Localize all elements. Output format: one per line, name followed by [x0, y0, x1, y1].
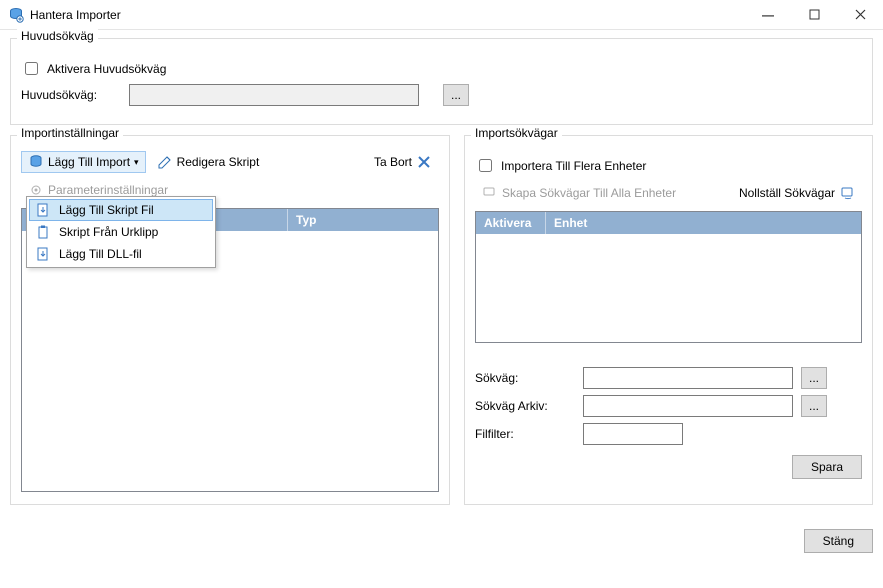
- filefilter-label: Filfilter:: [475, 427, 575, 441]
- file-import-icon: [35, 246, 51, 262]
- archive-browse-button[interactable]: ...: [801, 395, 827, 417]
- folder-tree-icon: [482, 185, 498, 201]
- reset-icon: [839, 185, 855, 201]
- delete-icon: [416, 154, 432, 170]
- edit-script-button[interactable]: Redigera Skript: [150, 151, 267, 173]
- add-import-dropdown: Lägg Till Skript Fil Skript Från Urklipp…: [26, 196, 216, 268]
- window-title: Hantera Importer: [30, 8, 745, 22]
- menu-script-from-clipboard[interactable]: Skript Från Urklipp: [29, 221, 213, 243]
- archive-path-input[interactable]: [583, 395, 793, 417]
- path-input[interactable]: [583, 367, 793, 389]
- units-list-header: Aktivera Enhet: [476, 212, 861, 234]
- edit-icon: [157, 154, 173, 170]
- chevron-down-icon: ▾: [134, 157, 139, 168]
- database-icon: [28, 154, 44, 170]
- path-browse-button[interactable]: ...: [801, 367, 827, 389]
- close-button[interactable]: [837, 0, 883, 29]
- col-activate: Aktivera: [476, 212, 546, 234]
- import-list-body: [22, 231, 438, 491]
- menu-add-dll-file[interactable]: Lägg Till DLL-fil: [29, 243, 213, 265]
- import-multiple-label: Importera Till Flera Enheter: [501, 159, 646, 173]
- clipboard-icon: [35, 224, 51, 240]
- main-path-browse-button[interactable]: ...: [443, 84, 469, 106]
- file-import-icon: [35, 202, 51, 218]
- main-path-group: Huvudsökväg Aktivera Huvudsökväg Huvudsö…: [10, 38, 873, 125]
- col-type: Typ: [288, 209, 438, 231]
- add-import-button[interactable]: Lägg Till Import ▾: [21, 151, 146, 173]
- import-paths-group: Importsökvägar Importera Till Flera Enhe…: [464, 135, 873, 505]
- units-list[interactable]: Aktivera Enhet: [475, 211, 862, 343]
- remove-button[interactable]: Ta Bort: [367, 151, 439, 173]
- units-list-body: [476, 234, 861, 342]
- import-settings-title: Importinställningar: [17, 126, 123, 140]
- import-multiple-checkbox[interactable]: [479, 159, 492, 172]
- menu-add-script-file[interactable]: Lägg Till Skript Fil: [29, 199, 213, 221]
- import-paths-title: Importsökvägar: [471, 126, 562, 140]
- create-paths-all-button[interactable]: Skapa Sökvägar Till Alla Enheter: [475, 182, 683, 204]
- save-button[interactable]: Spara: [792, 455, 862, 479]
- reset-paths-button[interactable]: Nollställ Sökvägar: [732, 182, 862, 204]
- main-path-input[interactable]: [129, 84, 419, 106]
- maximize-button[interactable]: [791, 0, 837, 29]
- archive-path-label: Sökväg Arkiv:: [475, 399, 575, 413]
- main-path-title: Huvudsökväg: [17, 29, 98, 43]
- import-settings-group: Importinställningar Lägg Till Import ▾: [10, 135, 450, 505]
- path-label: Sökväg:: [475, 371, 575, 385]
- minimize-button[interactable]: —: [745, 0, 791, 29]
- close-dialog-button[interactable]: Stäng: [804, 529, 873, 553]
- activate-main-path-checkbox[interactable]: [25, 62, 38, 75]
- main-path-label: Huvudsökväg:: [21, 88, 121, 102]
- filefilter-input[interactable]: [583, 423, 683, 445]
- app-icon: [8, 7, 24, 23]
- activate-main-path-label: Aktivera Huvudsökväg: [47, 62, 166, 76]
- titlebar: Hantera Importer —: [0, 0, 883, 30]
- col-unit: Enhet: [546, 212, 861, 234]
